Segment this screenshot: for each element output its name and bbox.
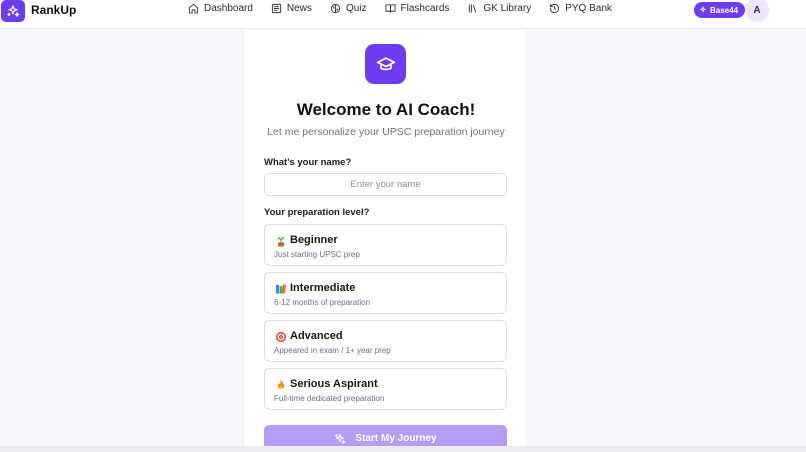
top-navbar: RankUp Dashboard News Quiz Flashcards GK… <box>0 0 806 29</box>
level-title: Intermediate <box>290 282 356 294</box>
nav-quiz[interactable]: Quiz <box>330 3 367 14</box>
newspaper-icon <box>271 3 282 14</box>
nav-dashboard[interactable]: Dashboard <box>188 3 253 14</box>
nav-label: PYQ Bank <box>565 3 612 14</box>
level-label: Your preparation level? <box>264 207 370 218</box>
logo[interactable] <box>1 0 25 22</box>
graduation-cap-icon <box>376 57 395 71</box>
level-option-advanced[interactable]: Advanced Appeared in exam / 1+ year prep <box>264 320 507 362</box>
base44-badge[interactable]: Base44 <box>694 2 746 18</box>
home-icon <box>188 3 199 14</box>
brand-name[interactable]: RankUp <box>31 3 76 17</box>
library-icon <box>469 4 477 13</box>
name-input[interactable] <box>264 173 507 196</box>
level-title: Serious Aspirant <box>290 378 378 390</box>
main-nav: Dashboard News Quiz Flashcards GK Librar… <box>188 3 630 14</box>
sparkles-icon <box>700 6 706 13</box>
level-option-intermediate[interactable]: Intermediate 6-12 months of preparation <box>264 272 507 314</box>
nav-label: Flashcards <box>400 3 450 14</box>
name-label: What's your name? <box>264 157 352 168</box>
nav-label: News <box>286 3 312 14</box>
nav-label: Dashboard <box>204 3 253 14</box>
sparkles-icon <box>7 5 20 17</box>
user-avatar[interactable]: A <box>745 0 769 22</box>
target-icon <box>276 332 286 342</box>
level-description: Full-time dedicated preparation <box>274 394 385 403</box>
nav-label: GK Library <box>483 3 532 14</box>
nav-pyq-bank[interactable]: PYQ Bank <box>549 3 612 14</box>
bottom-scroll-strip <box>0 446 806 452</box>
nav-label: Quiz <box>345 3 367 14</box>
brain-icon <box>330 3 341 14</box>
hero-badge <box>365 44 406 84</box>
level-description: Appeared in exam / 1+ year prep <box>274 346 391 355</box>
level-description: 6-12 months of preparation <box>274 298 371 307</box>
badge-label: Base44 <box>710 5 739 15</box>
start-button-label: Start My Journey <box>355 433 437 444</box>
page-title: Welcome to AI Coach! <box>296 100 476 119</box>
level-description: Just starting UPSC prep <box>274 250 360 259</box>
seedling-icon <box>277 237 285 247</box>
books-icon <box>276 284 287 294</box>
sparkles-icon <box>335 433 346 444</box>
book-icon <box>384 4 396 13</box>
level-title: Beginner <box>290 234 338 246</box>
nav-gk-library[interactable]: GK Library <box>467 3 531 14</box>
fire-icon <box>278 380 284 389</box>
nav-news[interactable]: News <box>271 3 312 14</box>
page-subtitle: Let me personalize your UPSC preparation… <box>267 126 505 138</box>
onboarding-card: Welcome to AI Coach! Let me personalize … <box>243 30 527 452</box>
nav-flashcards[interactable]: Flashcards <box>384 3 450 14</box>
level-title: Advanced <box>290 330 343 342</box>
level-option-serious-aspirant[interactable]: Serious Aspirant Full-time dedicated pre… <box>264 368 507 410</box>
history-icon <box>550 3 560 14</box>
level-option-beginner[interactable]: Beginner Just starting UPSC prep <box>264 224 507 266</box>
